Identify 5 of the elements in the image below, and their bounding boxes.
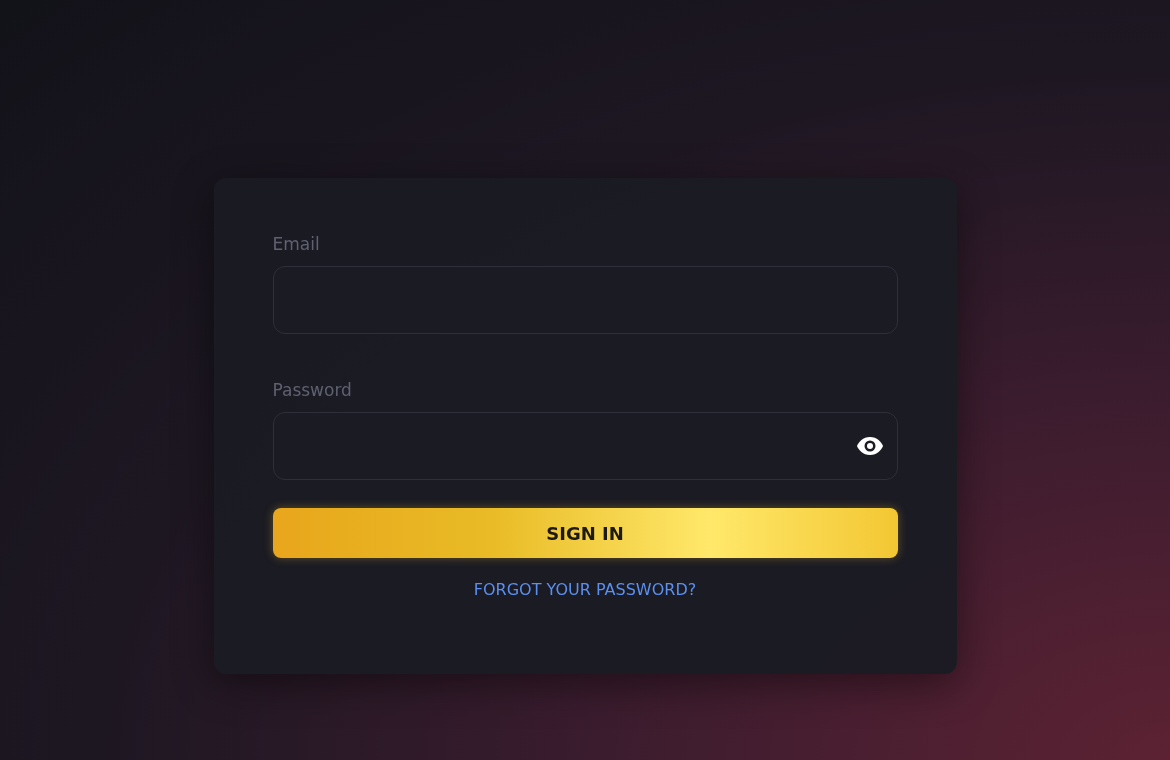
forgot-password-link[interactable]: FORGOT YOUR PASSWORD?	[473, 580, 697, 599]
field-label: Email	[272, 234, 321, 254]
password-field[interactable]	[272, 412, 898, 480]
field-label: Password	[272, 380, 353, 400]
sign-in-button[interactable]: SIGN IN	[272, 508, 898, 558]
